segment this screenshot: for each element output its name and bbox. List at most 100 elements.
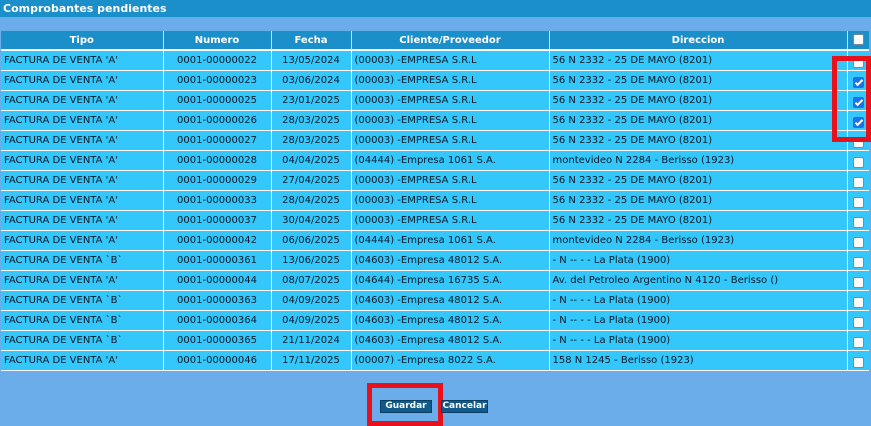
cell-select[interactable] [847,310,869,331]
cell-tipo: FACTURA DE VENTA `B` [1,310,164,331]
cell-cliente: (00007) -Empresa 8022 S.A. [351,350,550,371]
row-select-checkbox[interactable] [852,176,864,188]
cell-select[interactable] [847,210,869,231]
cell-cliente: (04603) -Empresa 48012 S.A. [351,290,550,311]
cell-select[interactable] [847,290,869,311]
cell-numero: 0001-00000029 [163,170,272,191]
cell-tipo: FACTURA DE VENTA 'A' [1,90,164,111]
cell-numero: 0001-00000025 [163,90,272,111]
col-header-cliente: Cliente/Proveedor [351,31,550,51]
col-header-tipo: Tipo [1,31,164,51]
table-row[interactable]: FACTURA DE VENTA 'A' 0001-00000022 13/05/2… [1,50,869,71]
table-row[interactable]: FACTURA DE VENTA 'A' 0001-00000025 23/01/2… [1,90,869,111]
cell-fecha: 28/03/2025 [271,130,352,151]
table-row[interactable]: FACTURA DE VENTA 'A' 0001-00000042 06/06/2… [1,230,869,251]
cell-direccion: Av. del Petroleo Argentino N 4120 - Beri… [549,270,848,291]
cell-select[interactable] [847,250,869,271]
table-row[interactable]: FACTURA DE VENTA 'A' 0001-00000029 27/04/2… [1,170,869,191]
cell-fecha: 13/06/2025 [271,250,352,271]
row-select-checkbox[interactable] [852,276,864,288]
cell-tipo: FACTURA DE VENTA `B` [1,290,164,311]
row-select-checkbox[interactable] [852,256,864,268]
cell-select[interactable] [847,130,869,151]
cell-fecha: 28/04/2025 [271,190,352,211]
cell-numero: 0001-00000363 [163,290,272,311]
cell-numero: 0001-00000028 [163,150,272,171]
row-select-checkbox[interactable] [852,236,864,248]
cell-direccion: 56 N 2332 - 25 DE MAYO (8201) [549,210,848,231]
cell-direccion: - N -- - - La Plata (1900) [549,310,848,331]
cell-select[interactable] [847,50,869,71]
table-row[interactable]: FACTURA DE VENTA 'A' 0001-00000023 03/06/2… [1,70,869,91]
cell-numero: 0001-00000044 [163,270,272,291]
table-header-row: Tipo Numero Fecha Cliente/Proveedor Dire… [1,31,869,51]
cancel-button[interactable]: Cancelar [441,400,488,413]
cell-cliente: (00003) -EMPRESA S.R.L [351,170,550,191]
cell-select[interactable] [847,190,869,211]
cell-select[interactable] [847,350,869,371]
cell-select[interactable] [847,90,869,111]
cell-select[interactable] [847,170,869,191]
cell-direccion: 56 N 2332 - 25 DE MAYO (8201) [549,130,848,151]
cell-direccion: 56 N 2332 - 25 DE MAYO (8201) [549,110,848,131]
cell-select[interactable] [847,110,869,131]
col-header-fecha: Fecha [271,31,352,51]
cell-select[interactable] [847,70,869,91]
cell-direccion: montevideo N 2284 - Berisso (1923) [549,150,848,171]
table-row[interactable]: FACTURA DE VENTA `B` 0001-00000365 21/11/2… [1,330,869,351]
row-select-checkbox[interactable] [852,156,864,168]
cell-direccion: 56 N 2332 - 25 DE MAYO (8201) [549,170,848,191]
row-select-checkbox[interactable] [852,136,864,148]
table-row[interactable]: FACTURA DE VENTA `B` 0001-00000363 04/09/2… [1,290,869,311]
col-header-select-all[interactable] [847,31,869,51]
cell-numero: 0001-00000361 [163,250,272,271]
cell-select[interactable] [847,230,869,251]
cell-direccion: 56 N 2332 - 25 DE MAYO (8201) [549,90,848,111]
col-header-direccion: Direccion [549,31,848,51]
select-all-checkbox[interactable] [852,34,864,46]
row-select-checkbox[interactable] [852,316,864,328]
cell-fecha: 21/11/2024 [271,330,352,351]
row-select-checkbox[interactable] [852,76,864,88]
cell-select[interactable] [847,150,869,171]
col-header-numero: Numero [163,31,272,51]
save-button[interactable]: Guardar [380,400,432,413]
row-select-checkbox[interactable] [852,96,864,108]
cell-cliente: (00003) -EMPRESA S.R.L [351,50,550,71]
cell-fecha: 04/04/2025 [271,150,352,171]
cell-cliente: (04644) -Empresa 16735 S.A. [351,270,550,291]
table-row[interactable]: FACTURA DE VENTA 'A' 0001-00000033 28/04/2… [1,190,869,211]
row-select-checkbox[interactable] [852,116,864,128]
cell-select[interactable] [847,270,869,291]
cell-tipo: FACTURA DE VENTA 'A' [1,350,164,371]
cell-tipo: FACTURA DE VENTA 'A' [1,110,164,131]
cell-select[interactable] [847,330,869,351]
cell-numero: 0001-00000046 [163,350,272,371]
cell-fecha: 08/07/2025 [271,270,352,291]
table-row[interactable]: FACTURA DE VENTA 'A' 0001-00000026 28/03/2… [1,110,869,131]
table-row[interactable]: FACTURA DE VENTA 'A' 0001-00000037 30/04/2… [1,210,869,231]
table-row[interactable]: FACTURA DE VENTA 'A' 0001-00000027 28/03/2… [1,130,869,151]
table-row[interactable]: FACTURA DE VENTA 'A' 0001-00000046 17/11/2… [1,350,869,371]
row-select-checkbox[interactable] [852,336,864,348]
row-select-checkbox[interactable] [852,216,864,228]
row-select-checkbox[interactable] [852,196,864,208]
cell-numero: 0001-00000027 [163,130,272,151]
cell-fecha: 27/04/2025 [271,170,352,191]
table-row[interactable]: FACTURA DE VENTA 'A' 0001-00000028 04/04/2… [1,150,869,171]
cell-cliente: (00003) -EMPRESA S.R.L [351,130,550,151]
table-row[interactable]: FACTURA DE VENTA `B` 0001-00000361 13/06/2… [1,250,869,271]
cell-fecha: 04/09/2025 [271,310,352,331]
table-row[interactable]: FACTURA DE VENTA `B` 0001-00000364 04/09/2… [1,310,869,331]
cell-fecha: 06/06/2025 [271,230,352,251]
row-select-checkbox[interactable] [852,356,864,368]
cell-tipo: FACTURA DE VENTA `B` [1,330,164,351]
row-select-checkbox[interactable] [852,56,864,68]
cell-cliente: (00003) -EMPRESA S.R.L [351,190,550,211]
cell-numero: 0001-00000365 [163,330,272,351]
table-row[interactable]: FACTURA DE VENTA 'A' 0001-00000044 08/07/2… [1,270,869,291]
cell-direccion: 56 N 2332 - 25 DE MAYO (8201) [549,190,848,211]
cell-fecha: 23/01/2025 [271,90,352,111]
row-select-checkbox[interactable] [852,296,864,308]
cell-cliente: (04444) -Empresa 1061 S.A. [351,230,550,251]
